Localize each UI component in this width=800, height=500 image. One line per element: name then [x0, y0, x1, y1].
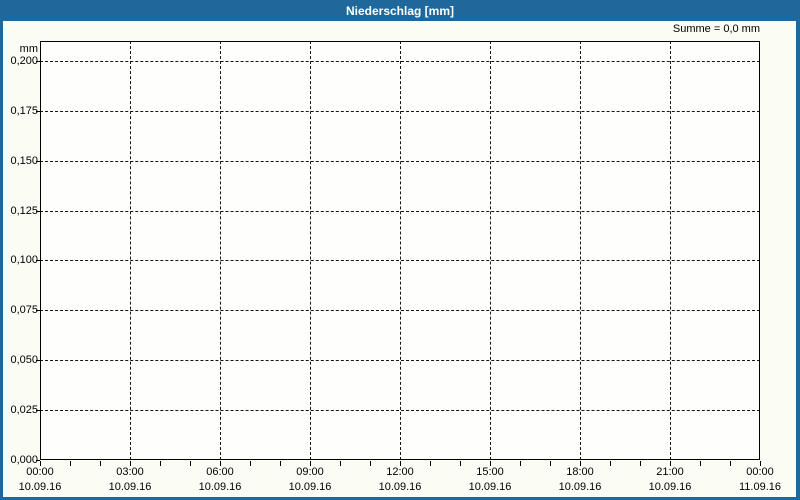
x-minor-tick: [760, 461, 761, 466]
y-tick-label: 0,050: [10, 354, 38, 366]
x-gridline: [580, 41, 581, 460]
x-gridline: [670, 41, 671, 460]
x-minor-tick: [520, 461, 521, 466]
y-tick-label: 0,150: [10, 155, 38, 167]
x-tick-date: 10.09.16: [18, 481, 62, 493]
plot-area: [40, 41, 760, 460]
x-minor-tick: [430, 461, 431, 466]
y-tick-label: 0,100: [10, 254, 38, 266]
x-tick-time: 06:00: [206, 466, 234, 478]
x-minor-tick: [640, 461, 641, 466]
y-tick-mark: [36, 161, 40, 162]
x-minor-tick: [460, 461, 461, 466]
y-tick-label: 0,200: [10, 55, 38, 67]
x-gridline: [490, 41, 491, 460]
x-tick-time: 03:00: [116, 466, 144, 478]
x-minor-tick: [70, 461, 71, 466]
y-tick-mark: [36, 360, 40, 361]
chart-title-bar: Niederschlag [mm]: [3, 0, 796, 21]
x-minor-tick: [400, 461, 401, 466]
y-tick-label: 0,125: [10, 205, 38, 217]
x-tick-time: 21:00: [656, 466, 684, 478]
x-minor-tick: [130, 461, 131, 466]
x-tick-label: 09:00 10.09.16: [265, 465, 355, 495]
x-gridline: [310, 41, 311, 460]
x-minor-tick: [280, 461, 281, 466]
x-minor-tick: [310, 461, 311, 466]
x-minor-tick: [160, 461, 161, 466]
y-tick-mark: [36, 111, 40, 112]
x-tick-label: 00:00 10.09.16: [3, 465, 85, 495]
x-tick-date: 10.09.16: [648, 481, 692, 493]
x-tick-date: 10.09.16: [378, 481, 422, 493]
sum-annotation: Summe = 0,0 mm: [672, 23, 760, 35]
y-tick-mark: [36, 61, 40, 62]
x-minor-tick: [700, 461, 701, 466]
x-tick-label: 21:00 10.09.16: [625, 465, 715, 495]
x-minor-tick: [610, 461, 611, 466]
x-minor-tick: [730, 461, 731, 466]
x-tick-label: 00:00 11.09.16: [715, 465, 796, 495]
x-tick-label: 06:00 10.09.16: [175, 465, 265, 495]
x-minor-tick: [370, 461, 371, 466]
x-tick-label: 12:00 10.09.16: [355, 465, 445, 495]
x-minor-tick: [580, 461, 581, 466]
x-tick-date: 10.09.16: [288, 481, 332, 493]
x-gridline: [220, 41, 221, 460]
x-tick-date: 10.09.16: [558, 481, 602, 493]
y-tick-label: 0,025: [10, 404, 38, 416]
x-tick-time: 00:00: [26, 466, 54, 478]
y-tick-label: 0,075: [10, 304, 38, 316]
x-minor-tick: [40, 461, 41, 466]
x-gridline: [400, 41, 401, 460]
x-minor-tick: [340, 461, 341, 466]
x-minor-tick: [220, 461, 221, 466]
chart-window: Niederschlag [mm] Summe = 0,0 mm mm 0,20…: [0, 0, 800, 500]
y-tick-mark: [36, 410, 40, 411]
x-gridline: [130, 41, 131, 460]
x-tick-label: 15:00 10.09.16: [445, 465, 535, 495]
x-tick-time: 09:00: [296, 466, 324, 478]
y-tick-mark: [36, 310, 40, 311]
y-tick-label: 0,175: [10, 105, 38, 117]
x-tick-date: 10.09.16: [198, 481, 242, 493]
x-tick-time: 18:00: [566, 466, 594, 478]
y-tick-mark: [36, 260, 40, 261]
x-tick-label: 18:00 10.09.16: [535, 465, 625, 495]
x-tick-date: 10.09.16: [108, 481, 152, 493]
chart-title: Niederschlag [mm]: [345, 3, 455, 18]
x-minor-tick: [250, 461, 251, 466]
x-minor-tick: [490, 461, 491, 466]
x-tick-time: 00:00: [746, 466, 774, 478]
x-minor-tick: [190, 461, 191, 466]
x-minor-tick: [670, 461, 671, 466]
y-tick-mark: [36, 211, 40, 212]
x-tick-date: 11.09.16: [738, 481, 781, 493]
x-tick-time: 12:00: [386, 466, 414, 478]
x-tick-time: 15:00: [476, 466, 504, 478]
x-minor-tick: [100, 461, 101, 466]
x-minor-tick: [550, 461, 551, 466]
x-tick-label: 03:00 10.09.16: [85, 465, 175, 495]
x-tick-date: 10.09.16: [468, 481, 512, 493]
